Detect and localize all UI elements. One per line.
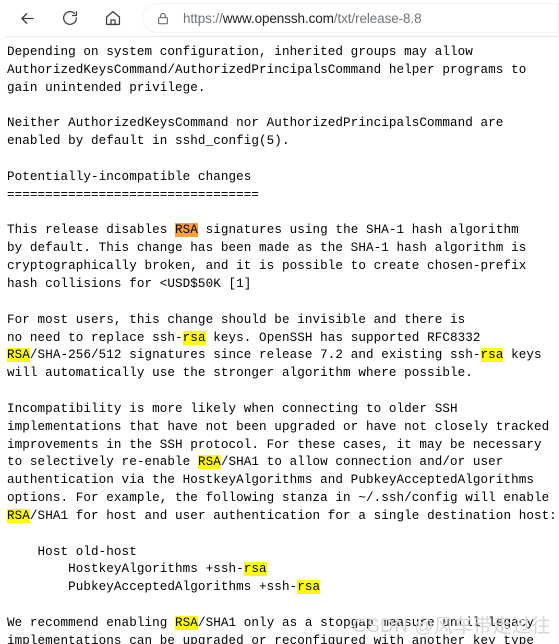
reload-button[interactable]: [55, 3, 85, 33]
address-bar[interactable]: https://www.openssh.com/txt/release-8.8: [142, 3, 559, 33]
page-viewport: Depending on system configuration, inher…: [0, 36, 559, 644]
url-text: https://www.openssh.com/txt/release-8.8: [183, 11, 422, 26]
lock-icon[interactable]: [155, 10, 171, 26]
browser-toolbar: https://www.openssh.com/txt/release-8.8: [0, 0, 559, 36]
find-match: rsa: [297, 580, 321, 595]
find-match: RSA: [175, 616, 198, 630]
browser-window: https://www.openssh.com/txt/release-8.8 …: [0, 0, 559, 644]
find-match: rsa: [182, 330, 206, 345]
release-notes-text: Depending on system configuration, inher…: [7, 45, 557, 644]
home-button[interactable]: [98, 3, 128, 33]
find-match: RSA: [197, 455, 221, 470]
url-host: www.openssh.com: [222, 10, 334, 26]
find-match: RSA: [7, 348, 30, 363]
url-path: /txt/release-8.8: [333, 10, 422, 26]
find-match: RSA: [7, 508, 30, 523]
page-content: Depending on system configuration, inher…: [0, 37, 559, 644]
reload-icon: [61, 9, 79, 27]
url-scheme: https://: [183, 10, 223, 26]
find-match-active: RSA: [175, 223, 198, 238]
back-button[interactable]: [12, 3, 42, 33]
home-icon: [104, 9, 122, 27]
back-arrow-icon: [18, 9, 37, 28]
find-match: rsa: [480, 348, 504, 363]
find-match: rsa: [243, 562, 267, 577]
